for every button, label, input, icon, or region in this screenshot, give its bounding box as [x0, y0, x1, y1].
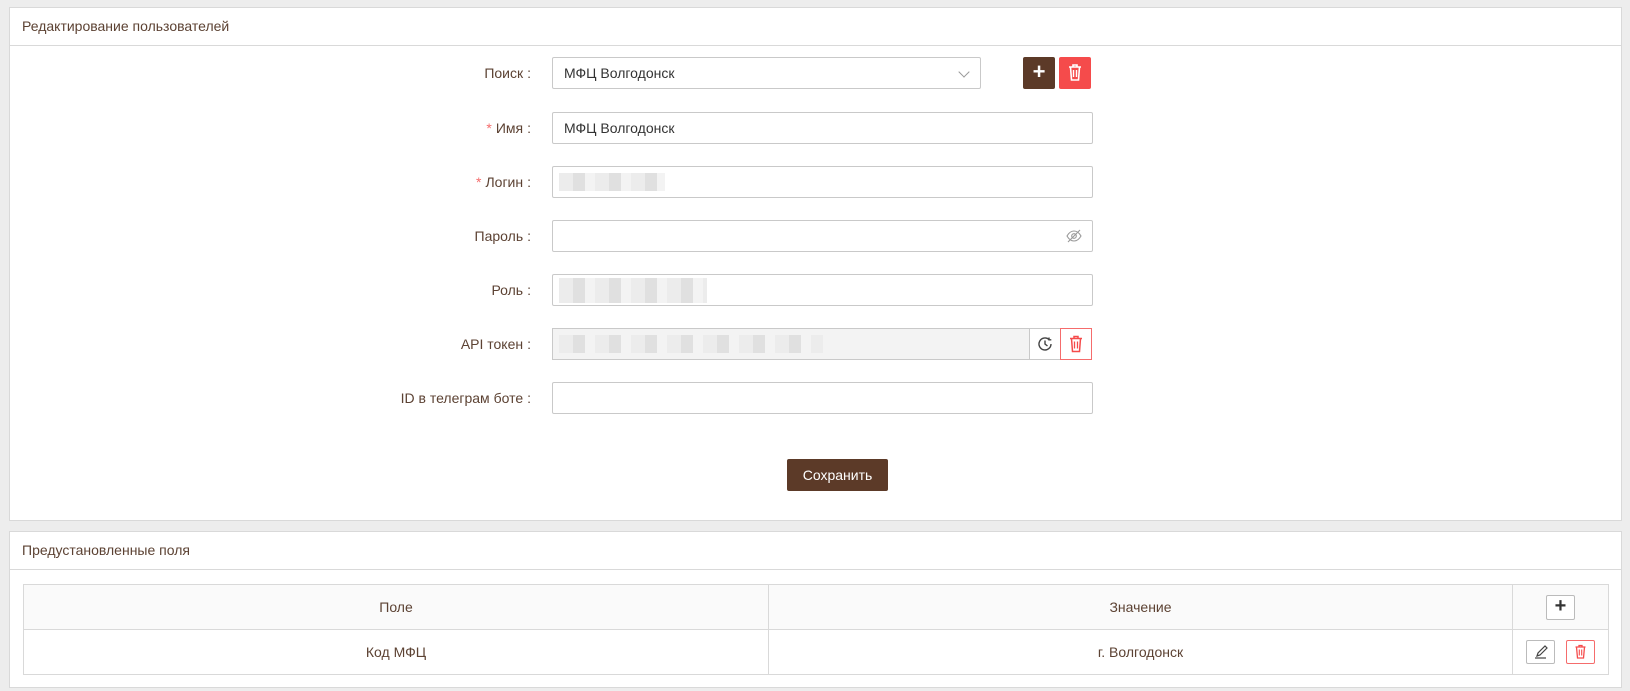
- trash-icon: [1070, 335, 1082, 353]
- api-token-label: API токен:: [460, 336, 531, 352]
- role-row: Роль:: [10, 274, 1621, 306]
- table-row: Код МФЦ г. Волгодонск: [23, 629, 1609, 675]
- plus-icon: +: [1032, 59, 1046, 84]
- role-select[interactable]: [552, 274, 1093, 306]
- regenerate-token-button[interactable]: [1029, 328, 1061, 360]
- preset-fields-table: Поле Значение + Код МФЦ г. Волгодонск: [23, 584, 1609, 675]
- delete-token-button[interactable]: [1060, 328, 1092, 360]
- eye-off-icon[interactable]: [1066, 229, 1082, 243]
- search-select-value: МФЦ Волгодонск: [564, 65, 675, 81]
- column-header-value: Значение: [768, 584, 1513, 630]
- api-token-input[interactable]: [552, 328, 1029, 360]
- login-row: * Логин:: [10, 166, 1621, 198]
- name-input[interactable]: МФЦ Волгодонск: [552, 112, 1093, 144]
- user-edit-title: Редактирование пользователей: [10, 8, 1621, 46]
- column-header-actions: +: [1512, 584, 1609, 630]
- table-cell-value: г. Волгодонск: [768, 629, 1513, 675]
- preset-fields-title: Предустановленные поля: [10, 532, 1621, 570]
- role-redacted: [559, 278, 707, 303]
- user-edit-card: Редактирование пользователей Поиск: МФЦ …: [9, 7, 1622, 521]
- password-row: Пароль:: [10, 220, 1621, 252]
- chevron-down-icon: [958, 66, 970, 78]
- pencil-icon: [1534, 645, 1548, 659]
- login-label: * Логин:: [476, 174, 531, 190]
- telegram-row: ID в телеграм боте:: [10, 382, 1621, 414]
- role-label: Роль:: [491, 282, 531, 298]
- telegram-id-input[interactable]: [552, 382, 1093, 414]
- trash-icon: [1069, 64, 1081, 81]
- plus-icon: +: [1554, 594, 1567, 617]
- table-header-row: Поле Значение +: [23, 584, 1609, 630]
- trash-icon: [1575, 644, 1586, 659]
- edit-field-button[interactable]: [1525, 640, 1555, 664]
- name-row: * Имя: МФЦ Волгодонск: [10, 112, 1621, 144]
- search-label: Поиск:: [484, 65, 531, 81]
- search-select[interactable]: МФЦ Волгодонск: [552, 57, 981, 89]
- search-row: Поиск: МФЦ Волгодонск +: [10, 57, 1621, 89]
- api-token-row: API токен:: [10, 328, 1621, 360]
- login-input[interactable]: [552, 166, 1093, 198]
- table-cell-actions: [1512, 629, 1609, 675]
- name-label: * Имя:: [486, 120, 531, 136]
- table-cell-field: Код МФЦ: [23, 629, 769, 675]
- column-header-field: Поле: [23, 584, 769, 630]
- telegram-label: ID в телеграм боте:: [400, 390, 531, 406]
- login-redacted: [559, 173, 665, 191]
- password-label: Пароль:: [474, 228, 531, 244]
- save-button[interactable]: Сохранить: [787, 459, 888, 491]
- clock-icon: [1038, 337, 1052, 351]
- preset-fields-card: Предустановленные поля Поле Значение + К…: [9, 531, 1622, 688]
- delete-user-button[interactable]: [1059, 57, 1091, 89]
- delete-field-button[interactable]: [1566, 640, 1596, 664]
- api-token-redacted: [559, 335, 823, 353]
- password-input[interactable]: [552, 220, 1093, 252]
- add-field-button[interactable]: +: [1546, 594, 1575, 620]
- add-user-button[interactable]: +: [1023, 57, 1055, 89]
